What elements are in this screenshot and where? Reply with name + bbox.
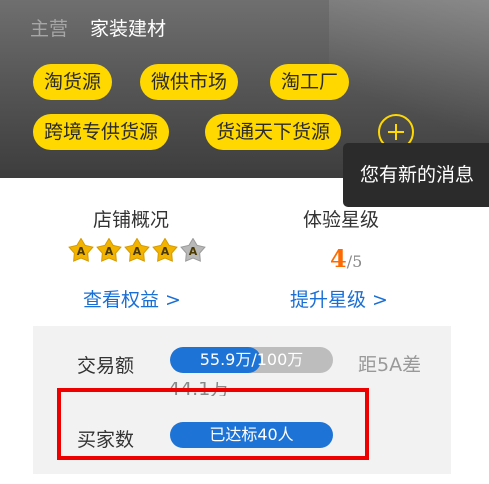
score-max: /5 bbox=[346, 252, 363, 271]
buyer-count-status-badge: 已达标40人 bbox=[170, 422, 333, 448]
svg-text:A: A bbox=[189, 245, 198, 258]
star-filled-icon: A bbox=[152, 238, 178, 262]
trade-amount-label: 交易额 bbox=[77, 355, 135, 377]
improve-rating-link[interactable]: 提升星级 > bbox=[290, 285, 388, 312]
main-business-label: 主营 bbox=[30, 18, 69, 40]
gap-to-5a-value: 44.1万 bbox=[168, 382, 230, 396]
star-empty-icon: A bbox=[180, 238, 206, 262]
svg-text:A: A bbox=[77, 245, 86, 258]
tag-micro-supply-market[interactable]: 微供市场 bbox=[140, 64, 239, 100]
main-business-value: 家装建材 bbox=[90, 18, 167, 40]
star-filled-icon: A bbox=[68, 238, 94, 262]
score-value: 4 bbox=[330, 244, 347, 273]
star-filled-icon: A bbox=[124, 238, 150, 262]
tag-source-taobao[interactable]: 淘货源 bbox=[33, 64, 113, 100]
gap-to-5a-label: 距5A差 bbox=[358, 354, 422, 376]
svg-text:A: A bbox=[105, 245, 114, 258]
shop-overview-title: 店铺概况 bbox=[93, 209, 170, 231]
star-filled-icon: A bbox=[96, 238, 122, 262]
buyer-count-label: 买家数 bbox=[77, 429, 135, 451]
view-benefits-link[interactable]: 查看权益 > bbox=[83, 285, 181, 312]
svg-text:A: A bbox=[161, 245, 170, 258]
experience-rating-title: 体验星级 bbox=[303, 209, 380, 231]
trade-progress-bar: 55.9万/100万 bbox=[170, 347, 333, 373]
svg-text:A: A bbox=[133, 245, 142, 258]
new-message-tooltip[interactable]: 您有新的消息 bbox=[343, 143, 489, 207]
bottom-edge bbox=[0, 474, 489, 484]
experience-score: 4/5 bbox=[330, 244, 362, 273]
tag-cross-border-source[interactable]: 跨境专供货源 bbox=[33, 114, 170, 150]
trade-progress-text: 55.9万/100万 bbox=[199, 350, 304, 369]
tag-huotong-source[interactable]: 货通天下货源 bbox=[205, 114, 342, 150]
tag-taobao-factory[interactable]: 淘工厂 bbox=[270, 64, 350, 100]
star-rating: AAAAA bbox=[68, 238, 206, 262]
